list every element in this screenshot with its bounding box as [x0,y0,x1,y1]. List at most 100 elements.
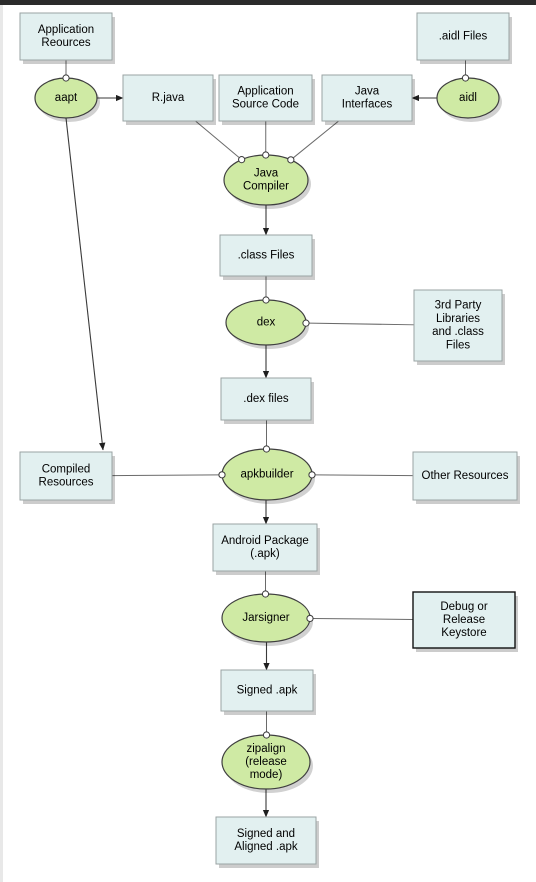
node-label-line: (.apk) [250,548,280,560]
edge-other-resources-to-apkbuilder [315,474,414,477]
edge-third-party-libraries-to-dex [309,322,415,326]
edge-line [315,474,414,477]
node-label: zipalign (release mode) [245,743,287,781]
edge-port-java-interfaces-to-java-compiler [287,156,295,164]
edge-port-third-party-libraries-to-dex [302,319,310,327]
node-label: Application Reources [38,24,94,49]
node-layer: Application Reources.aidl Filesaapt aidlR.… [19,12,520,868]
edge-port-application-source-code-to-java-compiler [262,151,270,159]
edge-port-class-files-to-dex [262,296,270,304]
node-label-line: Signed and [237,828,295,840]
edge-java-interfaces-to-java-compiler [293,120,339,159]
node-class-files[interactable]: .class Files [219,234,315,280]
node-java-compiler[interactable]: Java Compiler [223,154,311,209]
node-signed-and-aligned-apk[interactable]: Signed and Aligned .apk [215,816,319,868]
edge-port-debug-or-release-keystore-to-jarsigner [306,614,314,623]
node-label-line: Source Code [232,99,299,111]
edge-line [111,474,219,477]
node-label-line: Files [446,339,471,351]
node-label: Signed and Aligned .apk [234,828,298,853]
node-label-line: apkbuilder [240,469,293,481]
node-label-line: .aidl Files [439,31,488,43]
node-label-line: Resources [39,477,94,489]
node-dex[interactable]: dex [225,299,309,349]
edge-port-android-package-to-jarsigner [261,590,270,598]
edge-port-dex-files-to-apkbuilder [262,445,271,453]
node-label: Compiled Resources [39,463,94,488]
node-label-line: dex [257,317,276,329]
node-label: .dex files [243,393,289,405]
node-label-line: Jarsigner [242,612,289,624]
node-java-interfaces[interactable]: Java Interfaces [321,74,415,125]
edge-port-signed-apk-to-zipalign [262,731,271,739]
node-label: Signed .apk [237,685,298,697]
edge-line [313,617,414,620]
node-label-line: Libraries [436,313,480,325]
node-label-line: Android Package [221,535,309,547]
node-apkbuilder[interactable]: apkbuilder [221,448,315,504]
node-third-party-libraries[interactable]: 3rd Party Libraries and .class Files [413,289,505,365]
node-aidl[interactable]: aidl [436,77,502,122]
node-label-line: Application [38,24,94,36]
node-label-line: aidl [459,92,477,104]
node-compiled-resources[interactable]: Compiled Resources [19,451,115,504]
edge-port-r-java-to-java-compiler [238,156,246,164]
node-label: aapt [55,92,78,104]
node-aidl-files[interactable]: .aidl Files [416,12,512,64]
node-label-line: Application [237,85,293,97]
node-label-line: zipalign [247,743,286,755]
node-jarsigner[interactable]: Jarsigner [221,593,313,646]
node-aapt[interactable]: aapt [34,77,100,122]
edge-debug-or-release-keystore-to-jarsigner [313,617,414,620]
node-label: .aidl Files [439,31,488,43]
node-label: Jarsigner [242,612,289,624]
edge-line [65,117,106,451]
edge-port-aidl-files-to-aidl [461,74,470,82]
node-label-line: aapt [55,92,78,104]
edge-line [293,120,339,159]
node-label-line: Java [254,167,279,179]
edge-port-other-resources-to-apkbuilder [308,471,316,479]
node-label-line: Release [443,614,485,626]
edge-port-compiled-resources-to-apkbuilder [218,471,226,479]
node-other-resources[interactable]: Other Resources [412,451,520,504]
node-debug-or-release-keystore[interactable]: Debug or Release Keystore [412,591,518,652]
node-label-line: and .class [432,326,484,338]
node-label-line: (release [245,756,287,768]
node-label: Debug or Release Keystore [440,601,487,639]
node-label-line: Debug or [440,601,487,613]
edge-line [195,120,240,158]
diagram-canvas: Application Reources.aidl Filesaapt aidlR.… [19,12,520,868]
node-label-line: Keystore [441,627,486,639]
node-label: aidl [459,92,477,104]
node-label-line: Aligned .apk [234,841,298,853]
node-label: Other Resources [422,470,509,482]
edge-compiled-resources-to-apkbuilder [111,474,219,477]
node-label-line: .dex files [243,393,289,405]
node-zipalign[interactable]: zipalign (release mode) [221,734,313,793]
node-signed-apk[interactable]: Signed .apk [220,669,316,715]
node-label-line: .class Files [238,250,295,262]
node-label: dex [257,317,276,329]
node-label-line: Signed .apk [237,685,298,697]
node-r-java[interactable]: R.java [122,74,216,125]
edge-r-java-to-java-compiler [195,120,240,158]
node-label: .class Files [238,250,295,262]
node-label: Application Source Code [232,85,299,110]
node-label-line: Compiled [42,463,91,475]
edge-port-application-resources-to-aapt [62,74,70,82]
node-android-package[interactable]: Android Package (.apk) [212,523,320,575]
node-application-resources[interactable]: Application Reources [19,12,115,64]
node-dex-files[interactable]: .dex files [220,377,314,424]
node-label-line: R.java [152,92,185,104]
node-label: apkbuilder [240,469,293,481]
node-label-line: Java [355,85,380,97]
node-label-line: 3rd Party [435,300,482,312]
node-label-line: Interfaces [342,99,393,111]
node-label-line: Reources [41,37,90,49]
edge-line [309,322,415,326]
android-build-process-diagram: Application Reources .aidl Files aapt aidl R.… [0,0,536,882]
node-label: R.java [152,92,185,104]
node-label-line: Compiler [243,181,289,193]
node-application-source-code[interactable]: Application Source Code [218,74,315,125]
